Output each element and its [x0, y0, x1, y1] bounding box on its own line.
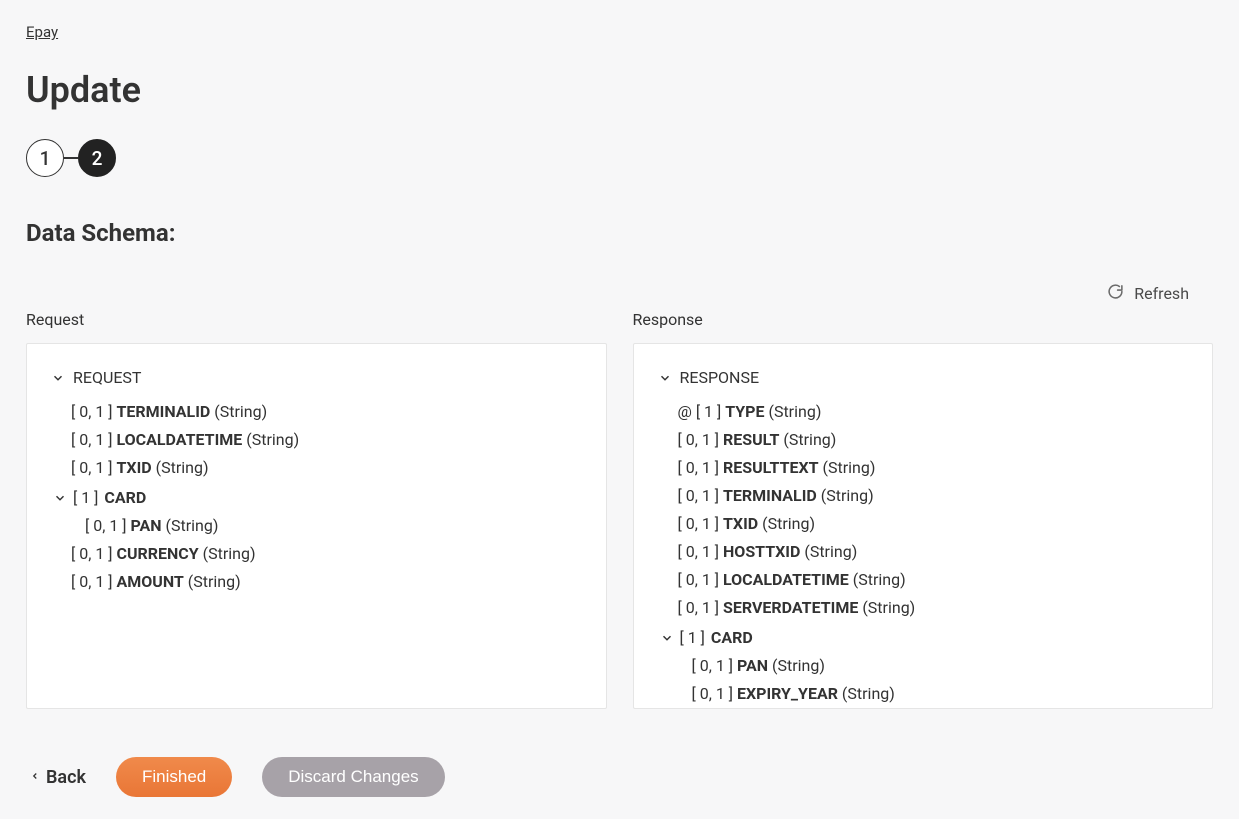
request-card-toggle[interactable]: [ 1 ] CARD: [53, 484, 582, 512]
response-root-label: RESPONSE: [680, 364, 760, 392]
tree-item[interactable]: [ 0, 1 ] LOCALDATETIME (String): [71, 426, 582, 454]
tree-item[interactable]: [ 0, 1 ] TERMINALID (String): [678, 482, 1189, 510]
back-button[interactable]: Back: [30, 767, 86, 788]
response-card-toggle[interactable]: [ 1 ] CARD: [660, 624, 1189, 652]
tree-item[interactable]: [ 0, 1 ] AMOUNT (String): [71, 568, 582, 596]
stepper: 1 2: [26, 139, 1213, 177]
step-1[interactable]: 1: [26, 139, 64, 177]
tree-item[interactable]: [ 0, 1 ] SERVERDATETIME (String): [678, 594, 1189, 622]
back-label: Back: [46, 767, 86, 788]
request-root-toggle[interactable]: REQUEST: [51, 364, 582, 392]
tree-item[interactable]: [ 0, 1 ] TXID (String): [71, 454, 582, 482]
tree-item[interactable]: [ 0, 1 ] CURRENCY (String): [71, 540, 582, 568]
response-schema-box: RESPONSE @ [ 1 ] TYPE (String) [ 0, 1 ] …: [633, 343, 1214, 709]
request-root-label: REQUEST: [73, 364, 141, 392]
tree-item[interactable]: [ 0, 1 ] TERMINALID (String): [71, 398, 582, 426]
chevron-down-icon: [51, 371, 65, 385]
tree-item[interactable]: [ 0, 1 ] HOSTTXID (String): [678, 538, 1189, 566]
request-column-label: Request: [26, 310, 607, 329]
step-2[interactable]: 2: [78, 139, 116, 177]
tree-item[interactable]: [ 0, 1 ] LOCALDATETIME (String): [678, 566, 1189, 594]
section-title: Data Schema:: [26, 219, 1213, 247]
tree-item[interactable]: [ 0, 1 ] PAN (String): [85, 512, 582, 540]
refresh-button[interactable]: Refresh: [26, 283, 1213, 304]
chevron-left-icon: [30, 767, 40, 788]
tree-item[interactable]: [ 0, 1 ] RESULTTEXT (String): [678, 454, 1189, 482]
finished-button[interactable]: Finished: [116, 757, 232, 797]
response-root-toggle[interactable]: RESPONSE: [658, 364, 1189, 392]
breadcrumb-epay[interactable]: Epay: [26, 23, 58, 41]
tree-item[interactable]: [ 0, 1 ] RESULT (String): [678, 426, 1189, 454]
page-title: Update: [26, 69, 1213, 111]
refresh-label: Refresh: [1134, 284, 1189, 303]
chevron-down-icon: [658, 371, 672, 385]
request-schema-box: REQUEST [ 0, 1 ] TERMINALID (String) [ 0…: [26, 343, 607, 709]
tree-item[interactable]: [ 0, 1 ] PAN (String): [692, 652, 1189, 680]
chevron-down-icon: [660, 631, 674, 645]
refresh-icon: [1107, 283, 1124, 304]
tree-item[interactable]: @ [ 1 ] TYPE (String): [678, 398, 1189, 426]
step-connector: [64, 157, 78, 159]
tree-item[interactable]: [ 0, 1 ] TXID (String): [678, 510, 1189, 538]
chevron-down-icon: [53, 491, 67, 505]
response-column-label: Response: [633, 310, 1214, 329]
tree-item[interactable]: [ 0, 1 ] EXPIRY_YEAR (String): [692, 680, 1189, 708]
discard-changes-button[interactable]: Discard Changes: [262, 757, 444, 797]
